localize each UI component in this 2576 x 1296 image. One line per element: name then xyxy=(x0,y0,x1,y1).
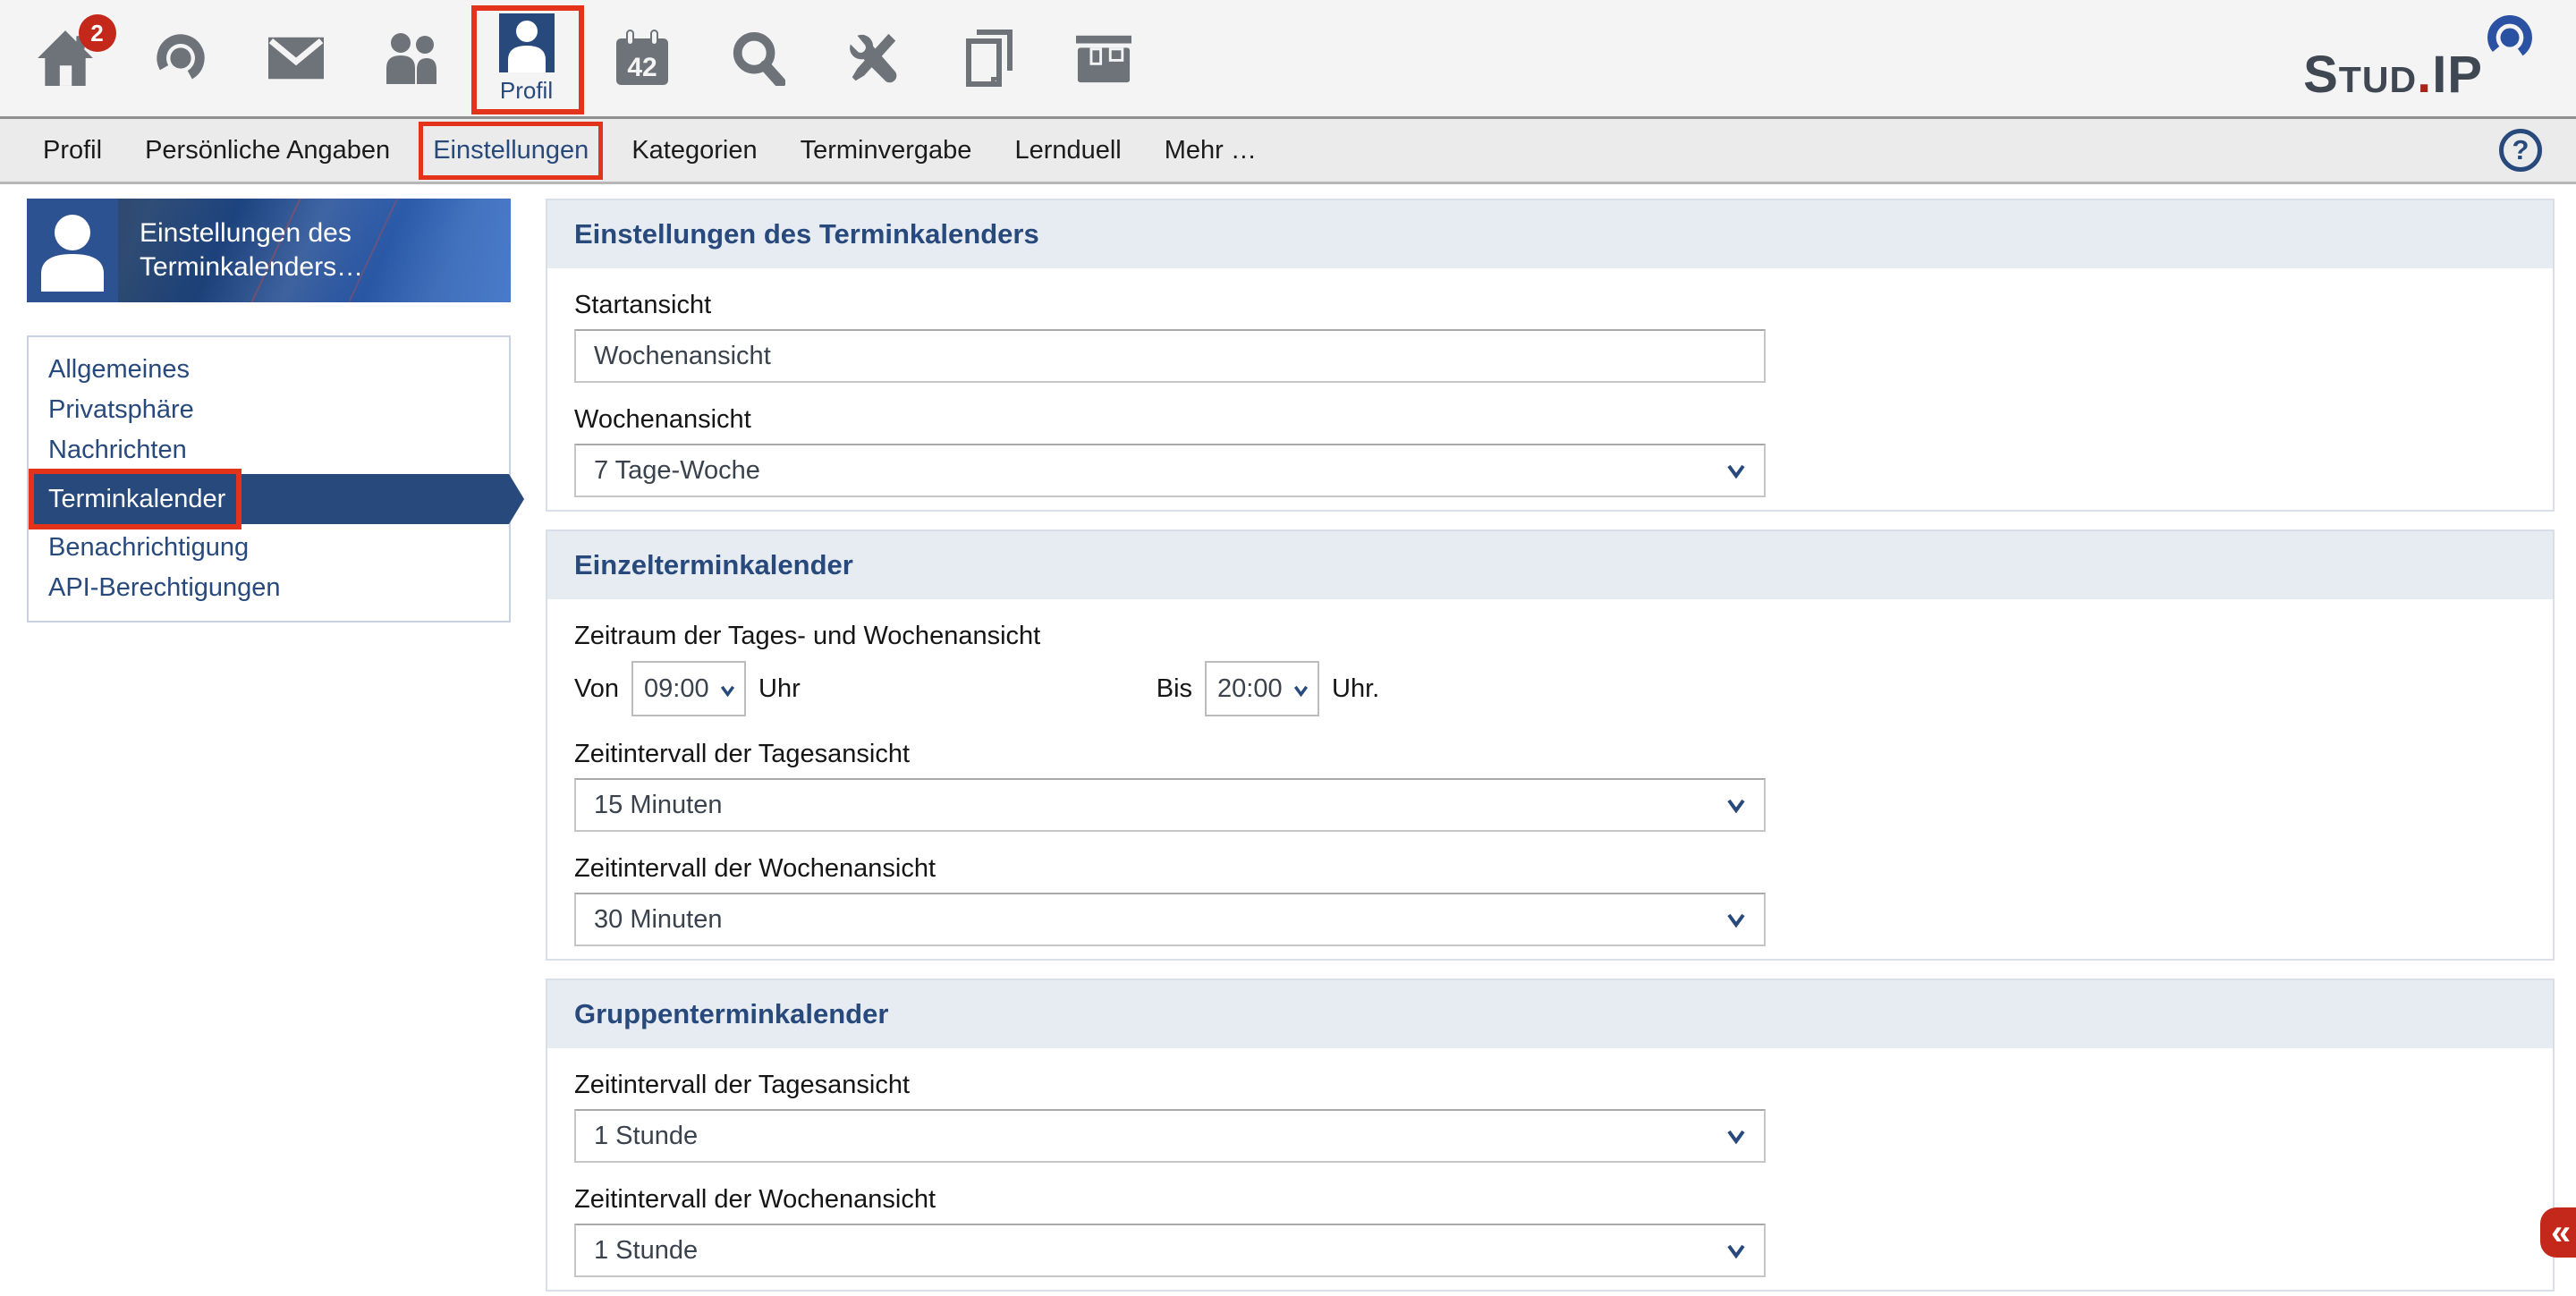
von-time-value: 09:00 xyxy=(644,674,709,704)
community-icon xyxy=(383,32,440,84)
gruppe-intervall-tagesansicht-select[interactable]: 1 Stunde xyxy=(574,1109,1766,1163)
nav-item-kategorien[interactable]: Kategorien xyxy=(630,132,758,169)
chevron-down-icon xyxy=(1726,456,1746,486)
sidebar-title: Einstellungen des Terminkalenders… xyxy=(140,216,408,284)
collapse-sidebar-button[interactable]: « xyxy=(2540,1207,2576,1258)
nav-item-terminvergabe[interactable]: Terminvergabe xyxy=(799,132,974,169)
toolbar-icon-row: 2 xyxy=(7,0,1161,116)
sidebar-item-api-berechtigungen[interactable]: API-Berechtigungen xyxy=(29,568,509,608)
chevron-down-icon xyxy=(1293,674,1309,704)
bulletin-board-icon xyxy=(1076,33,1131,83)
sidebar-item-nachrichten[interactable]: Nachrichten xyxy=(29,430,509,470)
sidebar-item-allgemeines[interactable]: Allgemeines xyxy=(29,350,509,390)
bis-time-value: 20:00 xyxy=(1217,674,1283,704)
chevron-down-icon xyxy=(1726,905,1746,935)
sidebar-nav: Allgemeines Privatsphäre Nachrichten Ter… xyxy=(27,335,511,623)
nav-item-einstellungen-label: Einstellungen xyxy=(433,136,589,165)
toolbar-bulletin-board[interactable] xyxy=(1046,0,1161,116)
gruppe-intervall-tagesansicht-value: 1 Stunde xyxy=(594,1122,698,1151)
toolbar-community[interactable] xyxy=(353,0,469,116)
avatar xyxy=(27,199,118,302)
toolbar-search[interactable] xyxy=(699,0,815,116)
intervall-tagesansicht-select[interactable]: 15 Minuten xyxy=(574,778,1766,832)
nav-item-einstellungen[interactable]: Einstellungen xyxy=(431,132,590,169)
sidebar-item-benachrichtigung[interactable]: Benachrichtigung xyxy=(29,528,509,568)
notification-badge: 2 xyxy=(79,14,116,52)
nav-item-mehr[interactable]: Mehr … xyxy=(1163,132,1258,169)
search-icon xyxy=(730,30,785,86)
gruppe-intervall-wochenansicht-value: 1 Stunde xyxy=(594,1236,698,1266)
label-uhr-punkt: Uhr. xyxy=(1332,674,1379,704)
toolbar-planner[interactable]: 42 xyxy=(584,0,699,116)
logo-spiral-icon xyxy=(2485,13,2535,67)
top-toolbar: 2 xyxy=(0,0,2576,116)
label-wochenansicht: Wochenansicht xyxy=(574,404,2526,435)
panel-1-title: Einstellungen des Terminkalenders xyxy=(547,200,2553,268)
chevron-down-icon xyxy=(720,674,735,704)
sidebar-item-privatsphaere[interactable]: Privatsphäre xyxy=(29,390,509,430)
wochenansicht-select[interactable]: 7 Tage-Woche xyxy=(574,444,1766,497)
panel-2-title: Einzelterminkalender xyxy=(547,531,2553,599)
toolbar-courses[interactable] xyxy=(123,0,238,116)
label-bis: Bis xyxy=(1157,674,1192,704)
sidebar-header-banner: Einstellungen des Terminkalenders… xyxy=(118,199,511,302)
sidebar-header: Einstellungen des Terminkalenders… xyxy=(27,199,511,302)
profile-icon-label: Profil xyxy=(500,78,553,103)
help-button[interactable]: ? xyxy=(2499,129,2542,172)
toolbar-home[interactable]: 2 xyxy=(7,0,123,116)
logo-text-stud: Stud xyxy=(2303,49,2417,101)
logo-text-ip: IP xyxy=(2432,49,2483,101)
toolbar-profile[interactable]: Profil xyxy=(469,0,584,116)
toolbar-messages[interactable] xyxy=(238,0,353,116)
bis-time-select[interactable]: 20:00 xyxy=(1205,661,1319,716)
label-intervall-tag-einzel: Zeitintervall der Tagesansicht xyxy=(574,739,2526,769)
intervall-wochenansicht-select[interactable]: 30 Minuten xyxy=(574,893,1766,946)
files-icon xyxy=(962,30,1014,87)
chevron-down-icon xyxy=(1726,1122,1746,1151)
studip-logo[interactable]: Stud.IP xyxy=(2303,13,2535,101)
startansicht-value: Wochenansicht xyxy=(594,342,771,371)
intervall-wochenansicht-value: 30 Minuten xyxy=(594,905,723,935)
label-zeitraum: Zeitraum der Tages- und Wochenansicht xyxy=(574,621,2526,651)
collapse-chevrons-icon: « xyxy=(2551,1213,2571,1253)
label-intervall-woche-gruppe: Zeitintervall der Wochenansicht xyxy=(574,1184,2526,1215)
startansicht-input[interactable]: Wochenansicht xyxy=(574,329,1766,383)
chevron-down-icon xyxy=(1726,1236,1746,1266)
toolbar-files[interactable] xyxy=(930,0,1046,116)
sidebar-item-terminkalender-label: Terminkalender xyxy=(48,485,225,513)
time-range-row: Von 09:00 Uhr Bis 20:00 Uhr. xyxy=(574,660,2526,717)
planner-week-number: 42 xyxy=(627,53,657,82)
courses-icon xyxy=(153,30,208,86)
von-time-select[interactable]: 09:00 xyxy=(631,661,746,716)
label-startansicht: Startansicht xyxy=(574,290,2526,320)
panel-einzelterminkalender: Einzelterminkalender Zeitraum der Tages-… xyxy=(546,529,2555,961)
label-intervall-woche-einzel: Zeitintervall der Wochenansicht xyxy=(574,853,2526,884)
panel-3-title: Gruppenterminkalender xyxy=(547,980,2553,1048)
planner-icon: 42 xyxy=(616,30,668,87)
label-von: Von xyxy=(574,674,619,704)
nav-item-profil[interactable]: Profil xyxy=(41,132,104,169)
nav-item-persoenliche-angaben[interactable]: Persönliche Angaben xyxy=(143,132,392,169)
mail-icon xyxy=(268,37,324,80)
panel-einstellungen-terminkalender: Einstellungen des Terminkalenders Starta… xyxy=(546,199,2555,512)
gruppe-intervall-wochenansicht-select[interactable]: 1 Stunde xyxy=(574,1224,1766,1277)
label-uhr: Uhr xyxy=(758,674,801,704)
main-content: Einstellungen des Terminkalenders Starta… xyxy=(546,199,2555,1296)
toolbar-tools[interactable] xyxy=(815,0,930,116)
chevron-down-icon xyxy=(1726,791,1746,820)
nav-item-lernduell[interactable]: Lernduell xyxy=(1013,132,1123,169)
panel-gruppenterminkalender: Gruppenterminkalender Zeitintervall der … xyxy=(546,978,2555,1292)
wochenansicht-value: 7 Tage-Woche xyxy=(594,456,760,486)
sidebar: Einstellungen des Terminkalenders… Allge… xyxy=(27,199,511,623)
sidebar-item-terminkalender[interactable]: Terminkalender xyxy=(29,474,509,524)
page-nav: Profil Persönliche Angaben Einstellungen… xyxy=(0,116,2576,184)
label-intervall-tag-gruppe: Zeitintervall der Tagesansicht xyxy=(574,1070,2526,1100)
profile-icon xyxy=(499,13,555,72)
logo-text-dot: . xyxy=(2417,49,2432,101)
intervall-tagesansicht-value: 15 Minuten xyxy=(594,791,723,820)
tools-icon xyxy=(845,30,901,86)
